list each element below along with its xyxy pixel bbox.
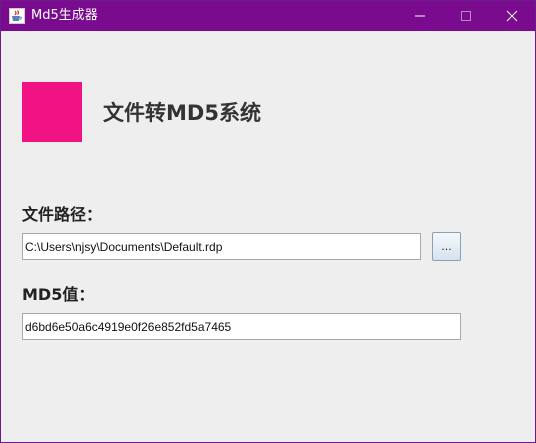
- file-path-input[interactable]: [22, 233, 421, 260]
- close-button[interactable]: [489, 1, 535, 31]
- window-title: Md5生成器: [31, 8, 98, 23]
- main-panel: 文件转MD5系统 文件路径： ... MD5值：: [1, 31, 535, 442]
- app-heading: 文件转MD5系统: [103, 101, 261, 125]
- md5-label: MD5值：: [22, 285, 95, 304]
- app-window: Md5生成器 文件转MD5系统 文件路径： ... MD5值：: [0, 0, 536, 443]
- browse-button[interactable]: ...: [432, 232, 461, 261]
- md5-output-field[interactable]: [22, 313, 461, 340]
- title-bar[interactable]: Md5生成器: [1, 1, 535, 31]
- file-path-label: 文件路径：: [22, 205, 103, 224]
- minimize-icon: [415, 15, 425, 17]
- maximize-icon: [461, 11, 471, 21]
- coffee-cup-icon: [9, 8, 25, 24]
- maximize-button[interactable]: [443, 1, 489, 31]
- close-icon: [506, 10, 518, 22]
- minimize-button[interactable]: [397, 1, 443, 31]
- logo-square: [22, 82, 82, 142]
